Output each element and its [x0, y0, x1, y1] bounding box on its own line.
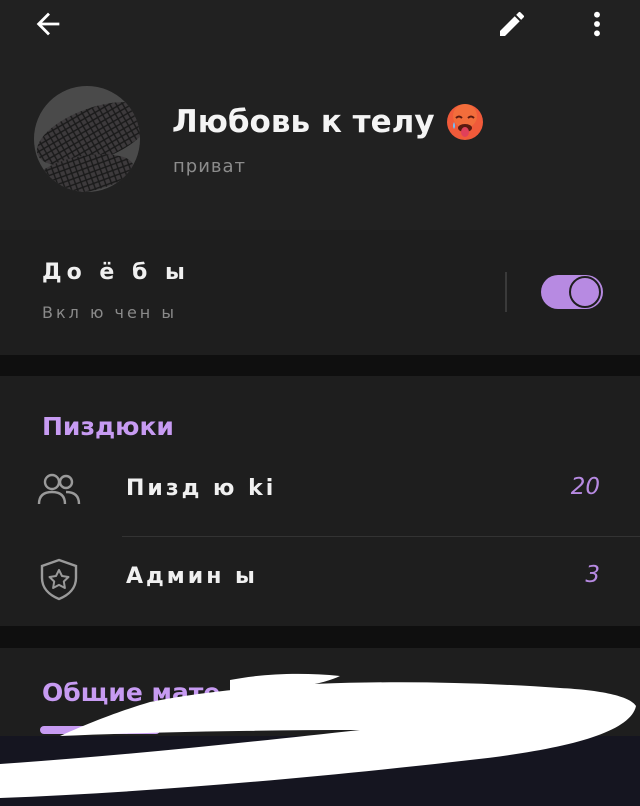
members-section-title: Пиздюки: [42, 412, 174, 441]
notifications-label: До ё б ы: [42, 260, 190, 285]
group-status: приват: [173, 156, 247, 177]
more-options-button[interactable]: [577, 4, 617, 44]
shield-star-icon: [36, 556, 82, 602]
notifications-row[interactable]: До ё б ы Вкл ю чен ы: [0, 230, 640, 355]
redaction-scribble: [0, 673, 636, 798]
pencil-icon: [500, 11, 524, 36]
back-button[interactable]: [28, 4, 68, 44]
top-app-bar: [0, 0, 640, 56]
admins-count: 3: [585, 562, 600, 588]
group-title-text: Любовь к телу: [172, 104, 435, 140]
members-count: 20: [570, 474, 600, 500]
members-section: Пиздюки Пизд ю ki 20 Админ ы 3: [0, 376, 640, 626]
section-gap: [0, 355, 640, 376]
avatar-image: [34, 86, 140, 192]
more-vertical-icon: [594, 11, 600, 37]
members-label: Пизд ю ki: [126, 476, 277, 501]
group-avatar[interactable]: [34, 86, 140, 192]
group-title: Любовь к телу: [172, 102, 485, 142]
vertical-divider: [505, 272, 507, 312]
admins-label: Админ ы: [126, 564, 258, 589]
people-icon: [36, 468, 82, 514]
row-divider: [122, 536, 640, 537]
toggle-knob: [569, 276, 601, 308]
group-header: Любовь к телу приват: [0, 56, 640, 230]
section-gap: [0, 626, 640, 648]
notifications-toggle[interactable]: [541, 275, 603, 309]
arrow-left-icon: [36, 12, 60, 36]
hot-face-emoji-icon: [445, 102, 485, 142]
notifications-status: Вкл ю чен ы: [42, 303, 177, 322]
edit-button[interactable]: [492, 4, 532, 44]
members-row[interactable]: Пизд ю ki 20: [0, 452, 640, 532]
admins-row[interactable]: Админ ы 3: [0, 540, 640, 620]
